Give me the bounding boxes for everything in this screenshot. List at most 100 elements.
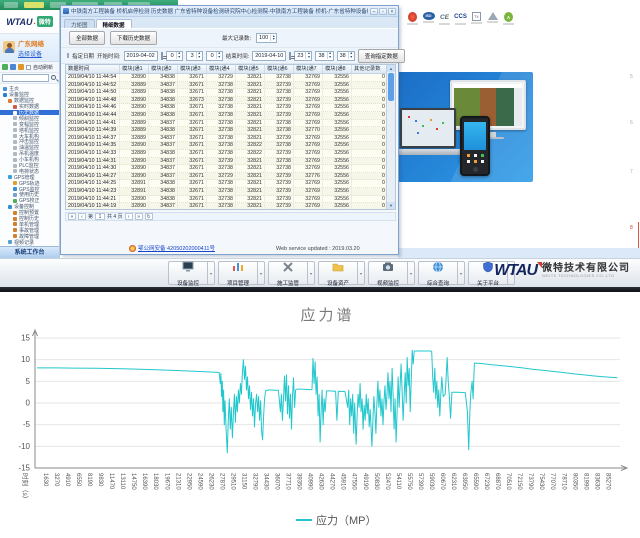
table-row[interactable]: 2019/04/10 11:44:27328903483732671327293… <box>66 173 386 181</box>
scroll-up-icon[interactable]: ▲ <box>387 65 395 72</box>
prev-page-button[interactable]: ‹ <box>78 213 86 220</box>
minimize-button[interactable]: – <box>370 8 378 15</box>
table-row[interactable]: 2019/04/10 11:44:52328893483732671327383… <box>66 82 386 90</box>
start-date-input[interactable]: 2019-04-02 <box>124 51 158 61</box>
table-row[interactable]: 2019/04/10 11:44:54328903483832671327293… <box>66 74 386 82</box>
cell-value: 32821 <box>236 82 265 89</box>
window-titlebar[interactable]: 中铁南方工程装备 桥机启停检测 历史数据 广东省特种设备检测研究院中心检测院-中… <box>61 6 398 17</box>
start-hour-stepper[interactable]: 0▲▼ <box>166 51 183 61</box>
table-header-cell[interactable]: 数据时间 <box>66 65 120 73</box>
all-data-button[interactable]: 全部数据 <box>69 31 105 45</box>
chevron-down-icon[interactable]: ▾ <box>208 261 215 285</box>
table-header-cell[interactable]: 模块(通8 <box>323 65 352 73</box>
table-row[interactable]: 2019/04/10 11:44:35328903483732671327383… <box>66 142 386 150</box>
table-row[interactable]: 2019/04/10 11:44:19328903483732671327383… <box>66 203 386 209</box>
end-date-input[interactable]: 2019-04-10 <box>252 51 286 61</box>
top-menu-chip[interactable] <box>4 2 18 8</box>
tree-item-icon <box>13 134 17 138</box>
maximize-button[interactable]: ▫ <box>379 8 387 15</box>
table-row[interactable]: 2019/04/10 11:44:37328893483732671327383… <box>66 135 386 143</box>
table-header-cell[interactable]: 模块(通7 <box>294 65 323 73</box>
refresh-icon[interactable]: ↻ <box>145 213 153 220</box>
end-second-stepper[interactable]: 38▲▼ <box>337 51 355 61</box>
table-row[interactable]: 2019/04/10 11:44:30328903483732671327383… <box>66 165 386 173</box>
system-workbench-bar[interactable]: 系统工作台 <box>0 246 59 258</box>
scrollbar-thumb[interactable] <box>388 73 394 101</box>
chevron-down-icon[interactable]: ▾ <box>408 261 415 285</box>
table-header-cell[interactable]: 模块(通6 <box>265 65 294 73</box>
download-history-button[interactable]: 下载历史数据 <box>110 31 157 45</box>
table-row[interactable]: 2019/04/10 11:44:33328893483832671327383… <box>66 150 386 158</box>
table-row[interactable]: 2019/04/10 11:44:31328903483732671327393… <box>66 158 386 166</box>
cell-value: 32738 <box>207 142 236 149</box>
window-icon <box>63 8 69 14</box>
top-menu-chip[interactable] <box>24 2 44 8</box>
tree-item-icon <box>3 87 7 91</box>
table-row[interactable]: 2019/04/10 11:44:44328903483832671327383… <box>66 112 386 120</box>
table-header-cell[interactable]: 模块(通4 <box>207 65 236 73</box>
end-hour-stepper[interactable]: 23▲▼ <box>294 51 312 61</box>
beian-link[interactable]: 鄂公网安备 42050202000411号 <box>138 244 215 252</box>
device-search-input[interactable] <box>2 74 49 82</box>
last-page-button[interactable]: » <box>135 213 143 220</box>
table-header-cell[interactable]: 模块(通5 <box>236 65 265 73</box>
table-header-cell[interactable]: 其他记录数 <box>352 65 386 73</box>
select-device-link[interactable]: 选择设备 <box>18 49 42 58</box>
table-header-cell[interactable]: 模块(通3 <box>178 65 207 73</box>
map-icon[interactable] <box>10 64 16 70</box>
bottom-nav-buttons: 设备监控▾项目管理▾施工监管▾设备资产▾视频监控▾综合查询▾关于平台▾ <box>168 261 518 285</box>
refresh-icon[interactable] <box>2 64 8 70</box>
first-page-button[interactable]: « <box>68 213 76 220</box>
tower-badge-glyph <box>488 12 498 20</box>
search-icon[interactable] <box>51 75 56 80</box>
end-minute-stepper[interactable]: 38▲▼ <box>315 51 333 61</box>
next-page-button[interactable]: › <box>125 213 133 220</box>
page-number-input[interactable]: 1 <box>95 213 105 220</box>
start-second-stepper[interactable]: 0▲▼ <box>206 51 223 61</box>
cell-value: 32738 <box>265 127 294 134</box>
y-tick-label: 0 <box>26 399 31 408</box>
auto-refresh-checkbox[interactable] <box>26 65 31 70</box>
tab-fine-data[interactable]: 精细数据 <box>96 19 132 28</box>
specify-date-checkbox[interactable] <box>67 53 69 58</box>
table-scrollbar[interactable]: ▲ ▼ <box>386 65 395 209</box>
table-header-cell[interactable]: 模块(通2 <box>149 65 178 73</box>
bottom-nav-folder-button[interactable]: 设备资产 <box>318 261 358 285</box>
legend-label[interactable]: 应力（MP） <box>316 513 377 527</box>
table-row[interactable]: 2019/04/10 11:44:25328913483832671327383… <box>66 180 386 188</box>
table-row[interactable]: 2019/04/10 11:44:46328903483832671327383… <box>66 104 386 112</box>
max-records-stepper[interactable]: 100▲▼ <box>256 33 277 43</box>
table-row[interactable]: 2019/04/10 11:44:39328893483832671327383… <box>66 127 386 135</box>
calendar-icon[interactable] <box>161 52 163 60</box>
table-header-cell[interactable]: 模块(通1 <box>120 65 149 73</box>
query-button[interactable]: 查询指定数据 <box>358 49 405 63</box>
table-row[interactable]: 2019/04/10 11:44:41328893483732671327383… <box>66 120 386 128</box>
table-row[interactable]: 2019/04/10 11:44:21328903483832671327383… <box>66 196 386 204</box>
bottom-nav-monitor-button[interactable]: 设备监控 <box>168 261 208 285</box>
company-logo: WTAU 微特技术有限公司 WEITE TECHNOLOGIES CO.,LTD <box>494 262 630 280</box>
cell-value: 32769 <box>294 150 323 157</box>
bottom-nav-tools-button[interactable]: 施工监管 <box>268 261 308 285</box>
bottom-nav-chart-button[interactable]: 项目管理 <box>218 261 258 285</box>
bottom-nav-globe-button[interactable]: 综合查询 <box>418 261 458 285</box>
close-button[interactable]: × <box>388 8 396 15</box>
x-tick-label: 26230 <box>207 473 213 490</box>
tab-moment-chart[interactable]: 力矩图 <box>64 19 95 28</box>
table-row[interactable]: 2019/04/10 11:44:50328893483832671327383… <box>66 89 386 97</box>
bottom-nav-camera-button[interactable]: 视频监控 <box>368 261 408 285</box>
cell-value: 34838 <box>149 112 178 119</box>
table-row[interactable]: 2019/04/10 11:44:23328913483832671327383… <box>66 188 386 196</box>
calendar-icon[interactable] <box>289 52 291 60</box>
chevron-down-icon[interactable]: ▾ <box>358 261 365 285</box>
folder-icon[interactable] <box>18 64 24 70</box>
table-row[interactable]: 2019/04/10 11:44:48328903483832673327383… <box>66 97 386 105</box>
start-minute-stepper[interactable]: 3▲▼ <box>186 51 203 61</box>
scroll-down-icon[interactable]: ▼ <box>387 202 395 209</box>
cell-value: 32671 <box>178 158 207 165</box>
cell-value: 32821 <box>236 89 265 96</box>
cell-time: 2019/04/10 11:44:33 <box>66 150 120 157</box>
x-tick-label: 45910 <box>340 473 346 490</box>
chevron-down-icon[interactable]: ▾ <box>258 261 265 285</box>
chevron-down-icon[interactable]: ▾ <box>308 261 315 285</box>
chevron-down-icon[interactable]: ▾ <box>458 261 465 285</box>
